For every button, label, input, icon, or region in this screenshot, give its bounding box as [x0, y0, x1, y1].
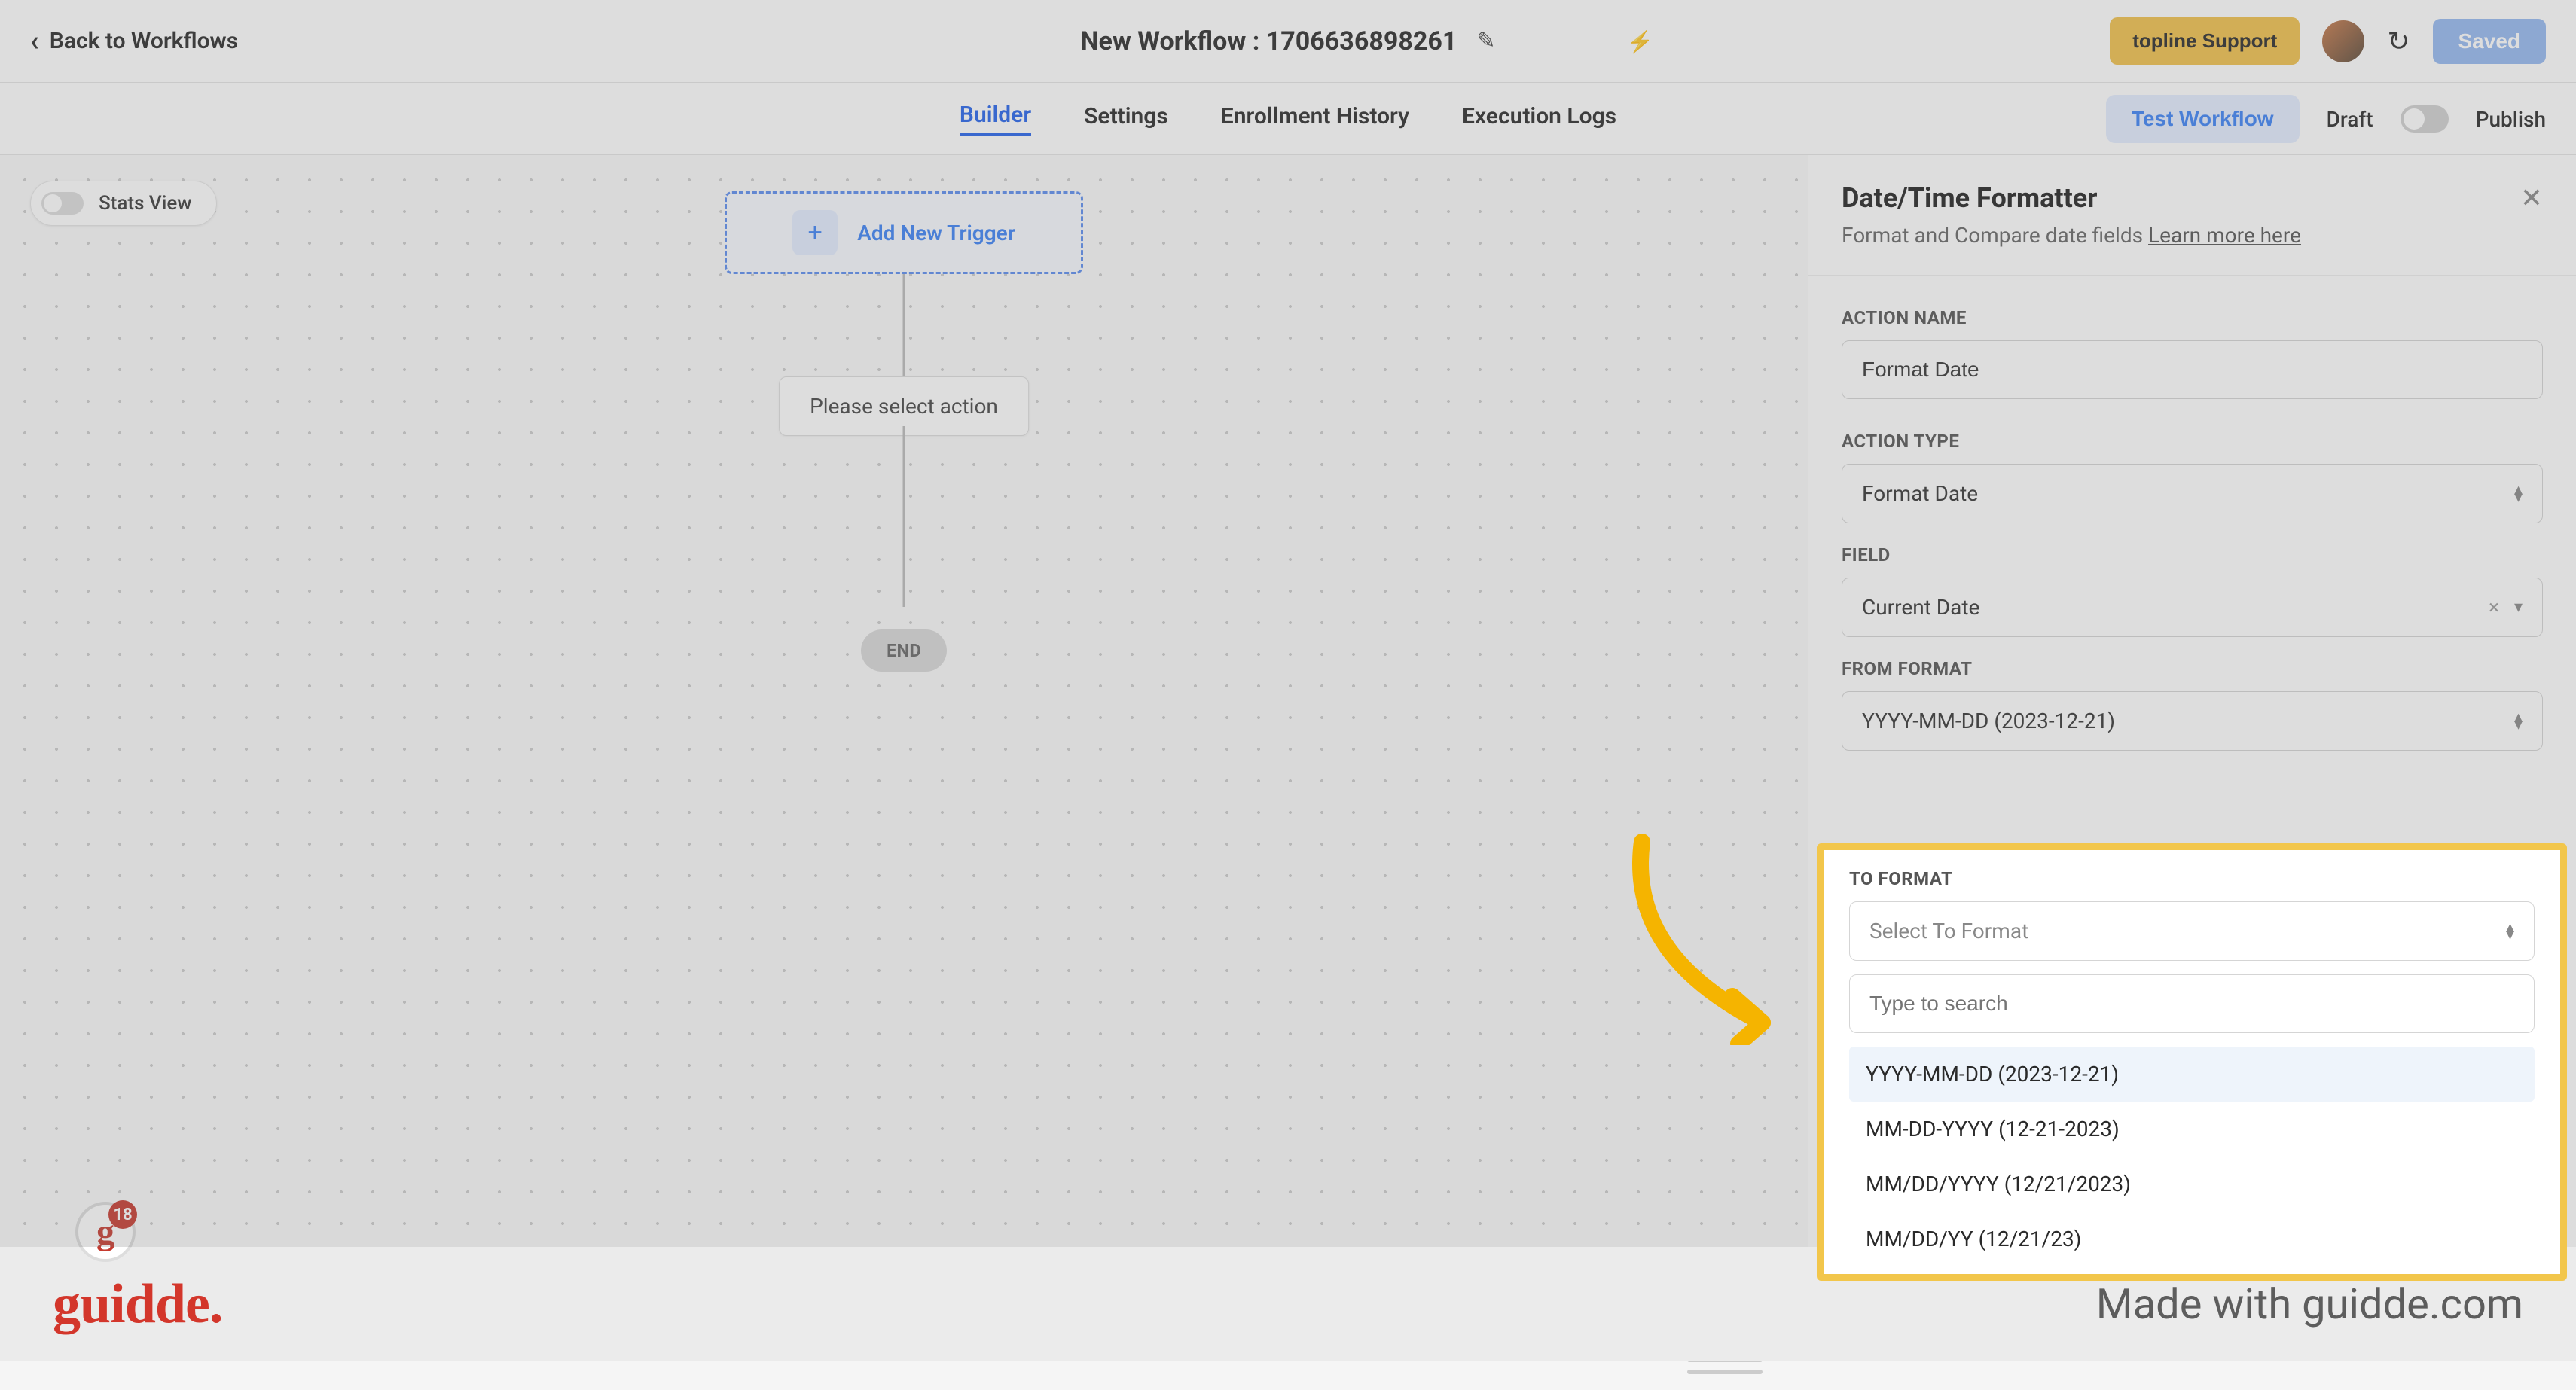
toggle-icon [41, 192, 84, 215]
workflow-title-wrap: New Workflow : 1706636898261 ✎ [1080, 26, 1495, 56]
support-button[interactable]: topline Support [2110, 17, 2300, 65]
field-label: FIELD [1842, 544, 2543, 565]
to-format-select[interactable]: Select To Format ▴▾ [1849, 901, 2535, 961]
connector-line [903, 426, 905, 607]
from-format-label: FROM FORMAT [1842, 658, 2543, 679]
chevron-down-icon: ▾ [2514, 604, 2523, 611]
guidde-logo: guidde. [53, 1273, 222, 1337]
close-icon[interactable]: ✕ [2520, 182, 2543, 214]
tab-execution-logs[interactable]: Execution Logs [1462, 103, 1616, 134]
to-format-option[interactable]: MM/DD/YY (12/21/23) [1849, 1212, 2535, 1267]
field-select[interactable]: Current Date × ▾ [1842, 578, 2543, 637]
learn-more-link[interactable]: Learn more here [2148, 223, 2301, 248]
edit-title-icon[interactable]: ✎ [1476, 28, 1495, 54]
add-trigger-button[interactable]: + Add New Trigger [725, 191, 1083, 274]
field-value: Current Date [1862, 595, 1979, 620]
back-to-workflows-button[interactable]: ‹ Back to Workflows [30, 25, 238, 58]
action-type-label: ACTION TYPE [1842, 431, 2543, 452]
publish-label: Publish [2476, 107, 2546, 132]
bolt-icon: ⚡ [1627, 0, 1653, 83]
to-format-placeholder: Select To Format [1869, 919, 2028, 943]
action-type-value: Format Date [1862, 481, 1978, 506]
select-arrow-icon: ▴▾ [2514, 714, 2523, 729]
tab-bar: Builder Settings Enrollment History Exec… [0, 83, 2576, 155]
back-label: Back to Workflows [50, 28, 238, 54]
tab-enrollment-history[interactable]: Enrollment History [1221, 103, 1409, 134]
plus-icon: + [792, 210, 838, 255]
to-format-options: YYYY-MM-DD (2023-12-21) MM-DD-YYYY (12-2… [1849, 1047, 2535, 1267]
from-format-value: YYYY-MM-DD (2023-12-21) [1862, 709, 2115, 733]
draft-label: Draft [2327, 107, 2373, 132]
history-icon[interactable]: ↻ [2387, 26, 2410, 57]
to-format-label: TO FORMAT [1849, 868, 2535, 889]
clear-icon[interactable]: × [2489, 596, 2499, 619]
end-node: END [861, 629, 947, 672]
chevron-left-icon: ‹ [30, 25, 39, 58]
stats-view-label: Stats View [99, 192, 192, 215]
test-workflow-button[interactable]: Test Workflow [2106, 95, 2300, 143]
action-name-label: ACTION NAME [1842, 307, 2543, 328]
stats-view-toggle[interactable]: Stats View [30, 181, 217, 226]
saved-button[interactable]: Saved [2433, 19, 2547, 64]
tab-builder[interactable]: Builder [960, 102, 1031, 136]
to-format-highlight: TO FORMAT Select To Format ▴▾ YYYY-MM-DD… [1817, 843, 2567, 1281]
action-name-input[interactable] [1842, 340, 2543, 399]
avatar[interactable] [2322, 20, 2364, 62]
made-with-label: Made with guidde.com [2096, 1279, 2523, 1329]
to-format-option[interactable]: YYYY-MM-DD (2023-12-21) [1849, 1047, 2535, 1102]
add-trigger-label: Add New Trigger [857, 221, 1015, 245]
tab-settings[interactable]: Settings [1084, 103, 1168, 134]
top-bar: ‹ Back to Workflows New Workflow : 17066… [0, 0, 2576, 83]
select-arrow-icon: ▴▾ [2506, 924, 2514, 939]
action-type-select[interactable]: Format Date ▴▾ [1842, 464, 2543, 523]
from-format-select[interactable]: YYYY-MM-DD (2023-12-21) ▴▾ [1842, 691, 2543, 751]
publish-toggle[interactable] [2401, 105, 2449, 133]
to-format-option[interactable]: MM/DD/YYYY (12/21/2023) [1849, 1157, 2535, 1212]
select-arrow-icon: ▴▾ [2514, 486, 2523, 501]
workflow-canvas[interactable]: Stats View + Add New Trigger Please sele… [0, 155, 1808, 1247]
to-format-search[interactable] [1849, 974, 2535, 1033]
arrow-annotation [1612, 834, 1815, 1045]
to-format-option[interactable]: MM-DD-YYYY (12-21-2023) [1849, 1102, 2535, 1157]
panel-subtitle: Format and Compare date fields Learn mor… [1842, 223, 2543, 248]
workflow-title: New Workflow : 1706636898261 [1080, 26, 1457, 56]
guidde-badge[interactable]: g 18 [75, 1202, 136, 1262]
connector-line [903, 274, 905, 376]
badge-count: 18 [108, 1200, 137, 1229]
panel-title: Date/Time Formatter [1842, 182, 2543, 214]
